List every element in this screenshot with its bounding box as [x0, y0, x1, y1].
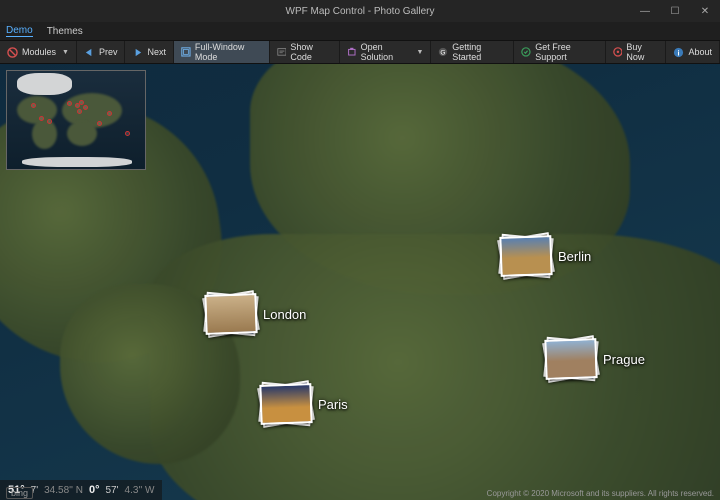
getting-started-label: Getting Started: [452, 42, 506, 62]
support-icon: [521, 47, 531, 58]
show-code-label: Show Code: [290, 42, 332, 62]
free-support-button[interactable]: Get Free Support: [514, 41, 605, 63]
svg-text:G: G: [441, 49, 446, 56]
maximize-button[interactable]: ☐: [660, 0, 690, 22]
full-window-label: Full-Window Mode: [195, 42, 262, 62]
pin-label-paris: Paris: [318, 397, 348, 412]
prev-icon: [84, 47, 95, 58]
modules-label: Modules: [22, 47, 56, 57]
lon-sec: 4.3'' W: [125, 485, 155, 496]
prev-button[interactable]: Prev: [77, 41, 126, 63]
about-button[interactable]: i About: [666, 41, 720, 63]
full-window-mode-button[interactable]: Full-Window Mode: [174, 41, 270, 63]
chevron-down-icon: ▼: [62, 49, 69, 56]
free-support-label: Get Free Support: [535, 42, 597, 62]
prev-label: Prev: [99, 47, 118, 57]
code-icon: [277, 47, 287, 58]
modules-icon: [7, 47, 18, 58]
pin-berlin[interactable]: Berlin: [500, 236, 591, 276]
statusbar: 51° 7' 34.58'' N 0° 57' 4.3'' W bing Cop…: [0, 468, 720, 500]
chevron-down-icon: ▼: [417, 49, 424, 56]
menubar: Demo Themes: [0, 22, 720, 40]
menu-demo[interactable]: Demo: [6, 25, 33, 37]
photo-stack-prague: [545, 339, 597, 379]
info-icon: i: [673, 47, 684, 58]
photo-stack-london: [205, 294, 257, 334]
minimize-button[interactable]: —: [630, 0, 660, 22]
next-icon: [132, 47, 143, 58]
map-canvas[interactable]: London Paris Berlin Prague: [0, 64, 720, 500]
open-solution-label: Open Solution: [361, 42, 411, 62]
lat-sec: 34.58'' N: [44, 485, 83, 496]
svg-text:i: i: [678, 48, 680, 57]
lon-min: 57': [106, 485, 119, 496]
next-label: Next: [147, 47, 166, 57]
solution-icon: [347, 47, 357, 58]
photo-stack-berlin: [500, 236, 552, 276]
buy-icon: [613, 47, 623, 58]
titlebar: WPF Map Control - Photo Gallery — ☐ ✕: [0, 0, 720, 22]
buy-now-button[interactable]: Buy Now: [606, 41, 667, 63]
photo-stack-paris: [260, 384, 312, 424]
pin-label-prague: Prague: [603, 352, 645, 367]
fullscreen-icon: [181, 47, 191, 58]
window-title: WPF Map Control - Photo Gallery: [286, 6, 435, 17]
next-button[interactable]: Next: [125, 41, 174, 63]
about-label: About: [688, 47, 712, 57]
pin-london[interactable]: London: [205, 294, 306, 334]
pin-paris[interactable]: Paris: [260, 384, 348, 424]
bing-logo: bing: [6, 487, 33, 499]
pin-label-berlin: Berlin: [558, 249, 591, 264]
overview-minimap[interactable]: [6, 70, 146, 170]
show-code-button[interactable]: Show Code: [270, 41, 340, 63]
getting-started-button[interactable]: G Getting Started: [431, 41, 514, 63]
window-controls: — ☐ ✕: [630, 0, 720, 22]
app-window: WPF Map Control - Photo Gallery — ☐ ✕ De…: [0, 0, 720, 500]
copyright-text: Copyright © 2020 Microsoft and its suppl…: [481, 487, 720, 500]
modules-button[interactable]: Modules ▼: [0, 41, 77, 63]
pin-label-london: London: [263, 307, 306, 322]
getting-started-icon: G: [438, 47, 448, 58]
buy-now-label: Buy Now: [626, 42, 658, 62]
lon-deg: 0°: [89, 484, 100, 496]
open-solution-button[interactable]: Open Solution ▼: [340, 41, 431, 63]
menu-themes[interactable]: Themes: [47, 26, 83, 37]
pin-prague[interactable]: Prague: [545, 339, 645, 379]
toolbar: Modules ▼ Prev Next Full-Window Mode Sho…: [0, 40, 720, 64]
close-button[interactable]: ✕: [690, 0, 720, 22]
